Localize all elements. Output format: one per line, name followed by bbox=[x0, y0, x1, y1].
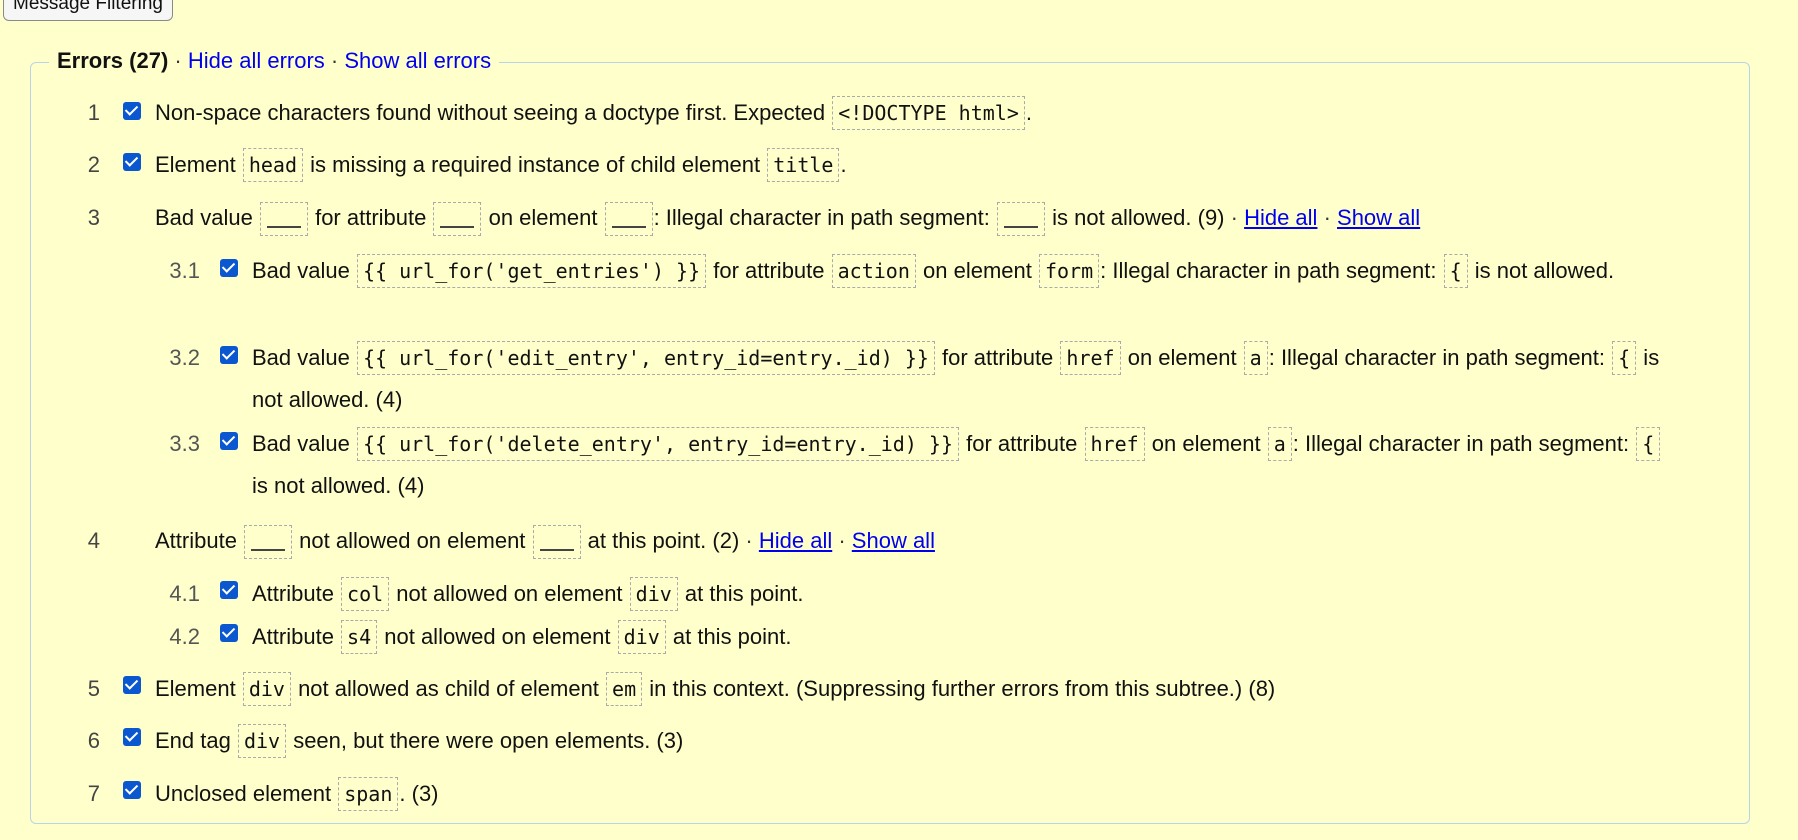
error-number: 3 bbox=[87, 205, 100, 230]
code-token: <!DOCTYPE html> bbox=[832, 96, 1025, 130]
error-message-3-1: Bad value {{ url_for('get_entries') }} f… bbox=[252, 250, 1672, 292]
code-token: span bbox=[338, 777, 399, 811]
errors-title: Errors (27) bbox=[57, 48, 169, 73]
placeholder-token bbox=[532, 525, 581, 560]
code-token: {{ url_for('get_entries') }} bbox=[356, 254, 707, 288]
error-message-4: Attribute not allowed on element at this… bbox=[155, 520, 935, 562]
error-message-2: Element head is missing a required insta… bbox=[155, 144, 847, 186]
error-message-3-2: Bad value {{ url_for('edit_entry', entry… bbox=[252, 337, 1672, 421]
error-checkbox-3-1[interactable] bbox=[220, 259, 238, 277]
code-token: {{ url_for('delete_entry', entry_id=entr… bbox=[356, 427, 959, 461]
code-token: { bbox=[1612, 341, 1637, 375]
error-message-5: Element div not allowed as child of elem… bbox=[155, 668, 1275, 710]
show-all-link-3[interactable]: Show all bbox=[1337, 205, 1420, 230]
error-number: 3.3 bbox=[169, 431, 200, 456]
code-token: div bbox=[237, 724, 287, 758]
element-link-form[interactable]: form bbox=[1038, 254, 1100, 288]
element-link-a[interactable]: a bbox=[1243, 341, 1268, 375]
placeholder-token bbox=[259, 202, 308, 237]
code-token: title bbox=[767, 148, 840, 182]
error-number: 4 bbox=[87, 528, 100, 553]
errors-legend: Errors (27) · Hide all errors · Show all… bbox=[49, 47, 500, 75]
error-message-4-2: Attribute s4 not allowed on element div … bbox=[252, 616, 792, 658]
code-token: action bbox=[831, 254, 916, 288]
error-checkbox-4-1[interactable] bbox=[220, 581, 238, 599]
hide-all-errors-link[interactable]: Hide all errors bbox=[188, 48, 325, 73]
error-number: 4.1 bbox=[169, 581, 200, 606]
code-token: col bbox=[341, 577, 390, 611]
code-token: {{ url_for('edit_entry', entry_id=entry.… bbox=[356, 341, 935, 375]
error-number: 4.2 bbox=[169, 624, 200, 649]
hide-all-link-4[interactable]: Hide all bbox=[759, 528, 832, 553]
error-number: 2 bbox=[87, 152, 100, 177]
error-message-4-1: Attribute col not allowed on element div… bbox=[252, 573, 804, 615]
error-message-6: End tag div seen, but there were open el… bbox=[155, 720, 683, 762]
error-number: 6 bbox=[87, 728, 100, 753]
element-link-div[interactable]: div bbox=[617, 620, 666, 654]
show-all-errors-link[interactable]: Show all errors bbox=[344, 48, 491, 73]
error-checkbox-7[interactable] bbox=[123, 781, 141, 799]
code-token: href bbox=[1060, 341, 1121, 375]
error-number: 1 bbox=[87, 100, 100, 125]
error-checkbox-2[interactable] bbox=[123, 153, 141, 171]
error-message-1: Non-space characters found without seein… bbox=[155, 92, 1032, 134]
error-message-7: Unclosed element span. (3) bbox=[155, 773, 439, 815]
error-number: 7 bbox=[87, 781, 100, 806]
placeholder-token bbox=[604, 202, 653, 237]
error-checkbox-5[interactable] bbox=[123, 676, 141, 694]
code-token: s4 bbox=[341, 620, 378, 654]
error-checkbox-1[interactable] bbox=[123, 102, 141, 120]
placeholder-token bbox=[244, 525, 293, 560]
error-message-3: Bad value for attribute on element : Ill… bbox=[155, 197, 1420, 239]
error-checkbox-3-2[interactable] bbox=[220, 346, 238, 364]
element-link-head[interactable]: head bbox=[242, 148, 303, 182]
error-number: 3.1 bbox=[169, 258, 200, 283]
error-checkbox-3-3[interactable] bbox=[220, 432, 238, 450]
error-number: 3.2 bbox=[169, 345, 200, 370]
placeholder-token bbox=[996, 202, 1045, 237]
placeholder-token bbox=[433, 202, 482, 237]
element-link-div[interactable]: div bbox=[629, 577, 678, 611]
message-filtering-button[interactable]: Message Filtering bbox=[3, 0, 173, 21]
error-message-3-3: Bad value {{ url_for('delete_entry', ent… bbox=[252, 423, 1672, 507]
element-link-div[interactable]: div bbox=[242, 672, 291, 706]
element-link-em[interactable]: em bbox=[606, 672, 643, 706]
show-all-link-4[interactable]: Show all bbox=[852, 528, 935, 553]
error-checkbox-6[interactable] bbox=[123, 728, 141, 746]
error-checkbox-4-2[interactable] bbox=[220, 624, 238, 642]
code-token: { bbox=[1636, 427, 1661, 461]
hide-all-link-3[interactable]: Hide all bbox=[1244, 205, 1317, 230]
code-token: { bbox=[1443, 254, 1468, 288]
element-link-a[interactable]: a bbox=[1267, 427, 1292, 461]
code-token: href bbox=[1084, 427, 1145, 461]
error-number: 5 bbox=[87, 676, 100, 701]
